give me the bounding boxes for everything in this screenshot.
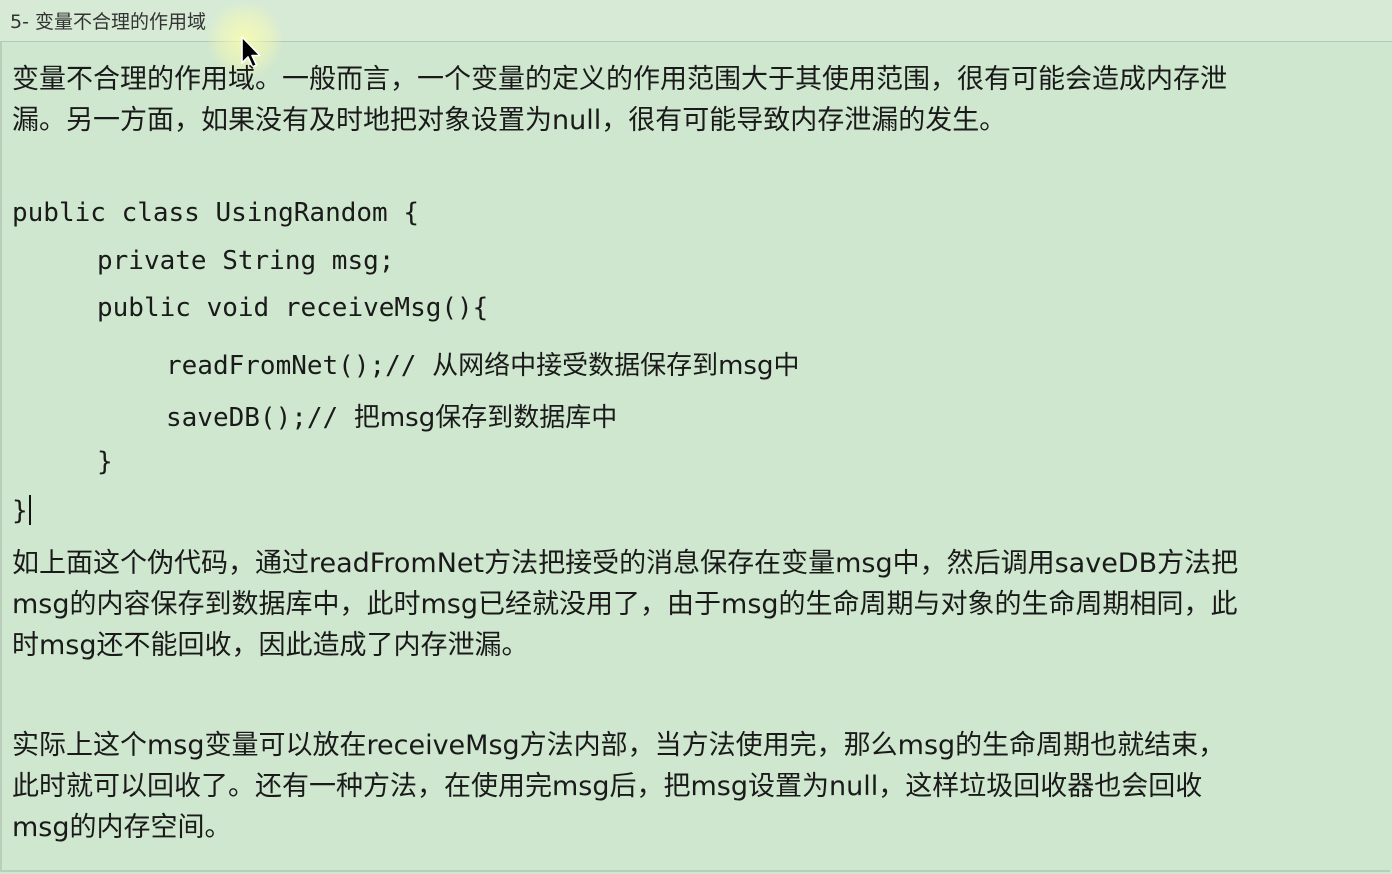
code-line-read: readFromNet();// 从网络中接受数据保存到msg中 [166, 345, 800, 382]
code-line-save: saveDB();// 把msg保存到数据库中 [166, 397, 617, 434]
section-title: 5- 变量不合理的作用域 [10, 11, 206, 33]
text-caret [28, 495, 31, 525]
explanation-line: 时msg还不能回收，因此造成了内存泄漏。 [12, 630, 529, 661]
code-line-class: public class UsingRandom { [12, 198, 419, 228]
solution-line: msg的内存空间。 [12, 812, 232, 843]
solution-line: 实际上这个msg变量可以放在receiveMsg方法内部，当方法使用完，那么ms… [12, 730, 1226, 761]
intro-paragraph: 变量不合理的作用域。一般而言，一个变量的定义的作用范围大于其使用范围，很有可能会… [12, 59, 1382, 141]
closing-brace: } [12, 496, 28, 526]
code-line-method-close: } [97, 447, 113, 477]
code-comment: 从网络中接受数据保存到msg中 [432, 351, 800, 381]
code-comment: 把msg保存到数据库中 [353, 403, 618, 433]
intro-line: 变量不合理的作用域。一般而言，一个变量的定义的作用范围大于其使用范围，很有可能会… [12, 64, 1227, 95]
code-line-method: public void receiveMsg(){ [97, 293, 489, 323]
code-statement: readFromNet();// [166, 351, 417, 381]
explanation-line: msg的内容保存到数据库中，此时msg已经就没用了，由于msg的生命周期与对象的… [12, 589, 1238, 620]
solution-line: 此时就可以回收了。还有一种方法，在使用完msg后，把msg设置为null，这样垃… [12, 771, 1203, 802]
code-statement: saveDB();// [166, 403, 339, 433]
explanation-line: 如上面这个伪代码，通过readFromNet方法把接受的消息保存在变量msg中，… [12, 548, 1239, 579]
code-line-field: private String msg; [97, 246, 395, 276]
code-line-class-close: } [12, 495, 31, 526]
intro-line: 漏。另一方面，如果没有及时地把对象设置为null，很有可能导致内存泄漏的发生。 [12, 105, 1007, 136]
solution-paragraph: 实际上这个msg变量可以放在receiveMsg方法内部，当方法使用完，那么ms… [12, 725, 1382, 848]
explanation-paragraph: 如上面这个伪代码，通过readFromNet方法把接受的消息保存在变量msg中，… [12, 543, 1382, 666]
